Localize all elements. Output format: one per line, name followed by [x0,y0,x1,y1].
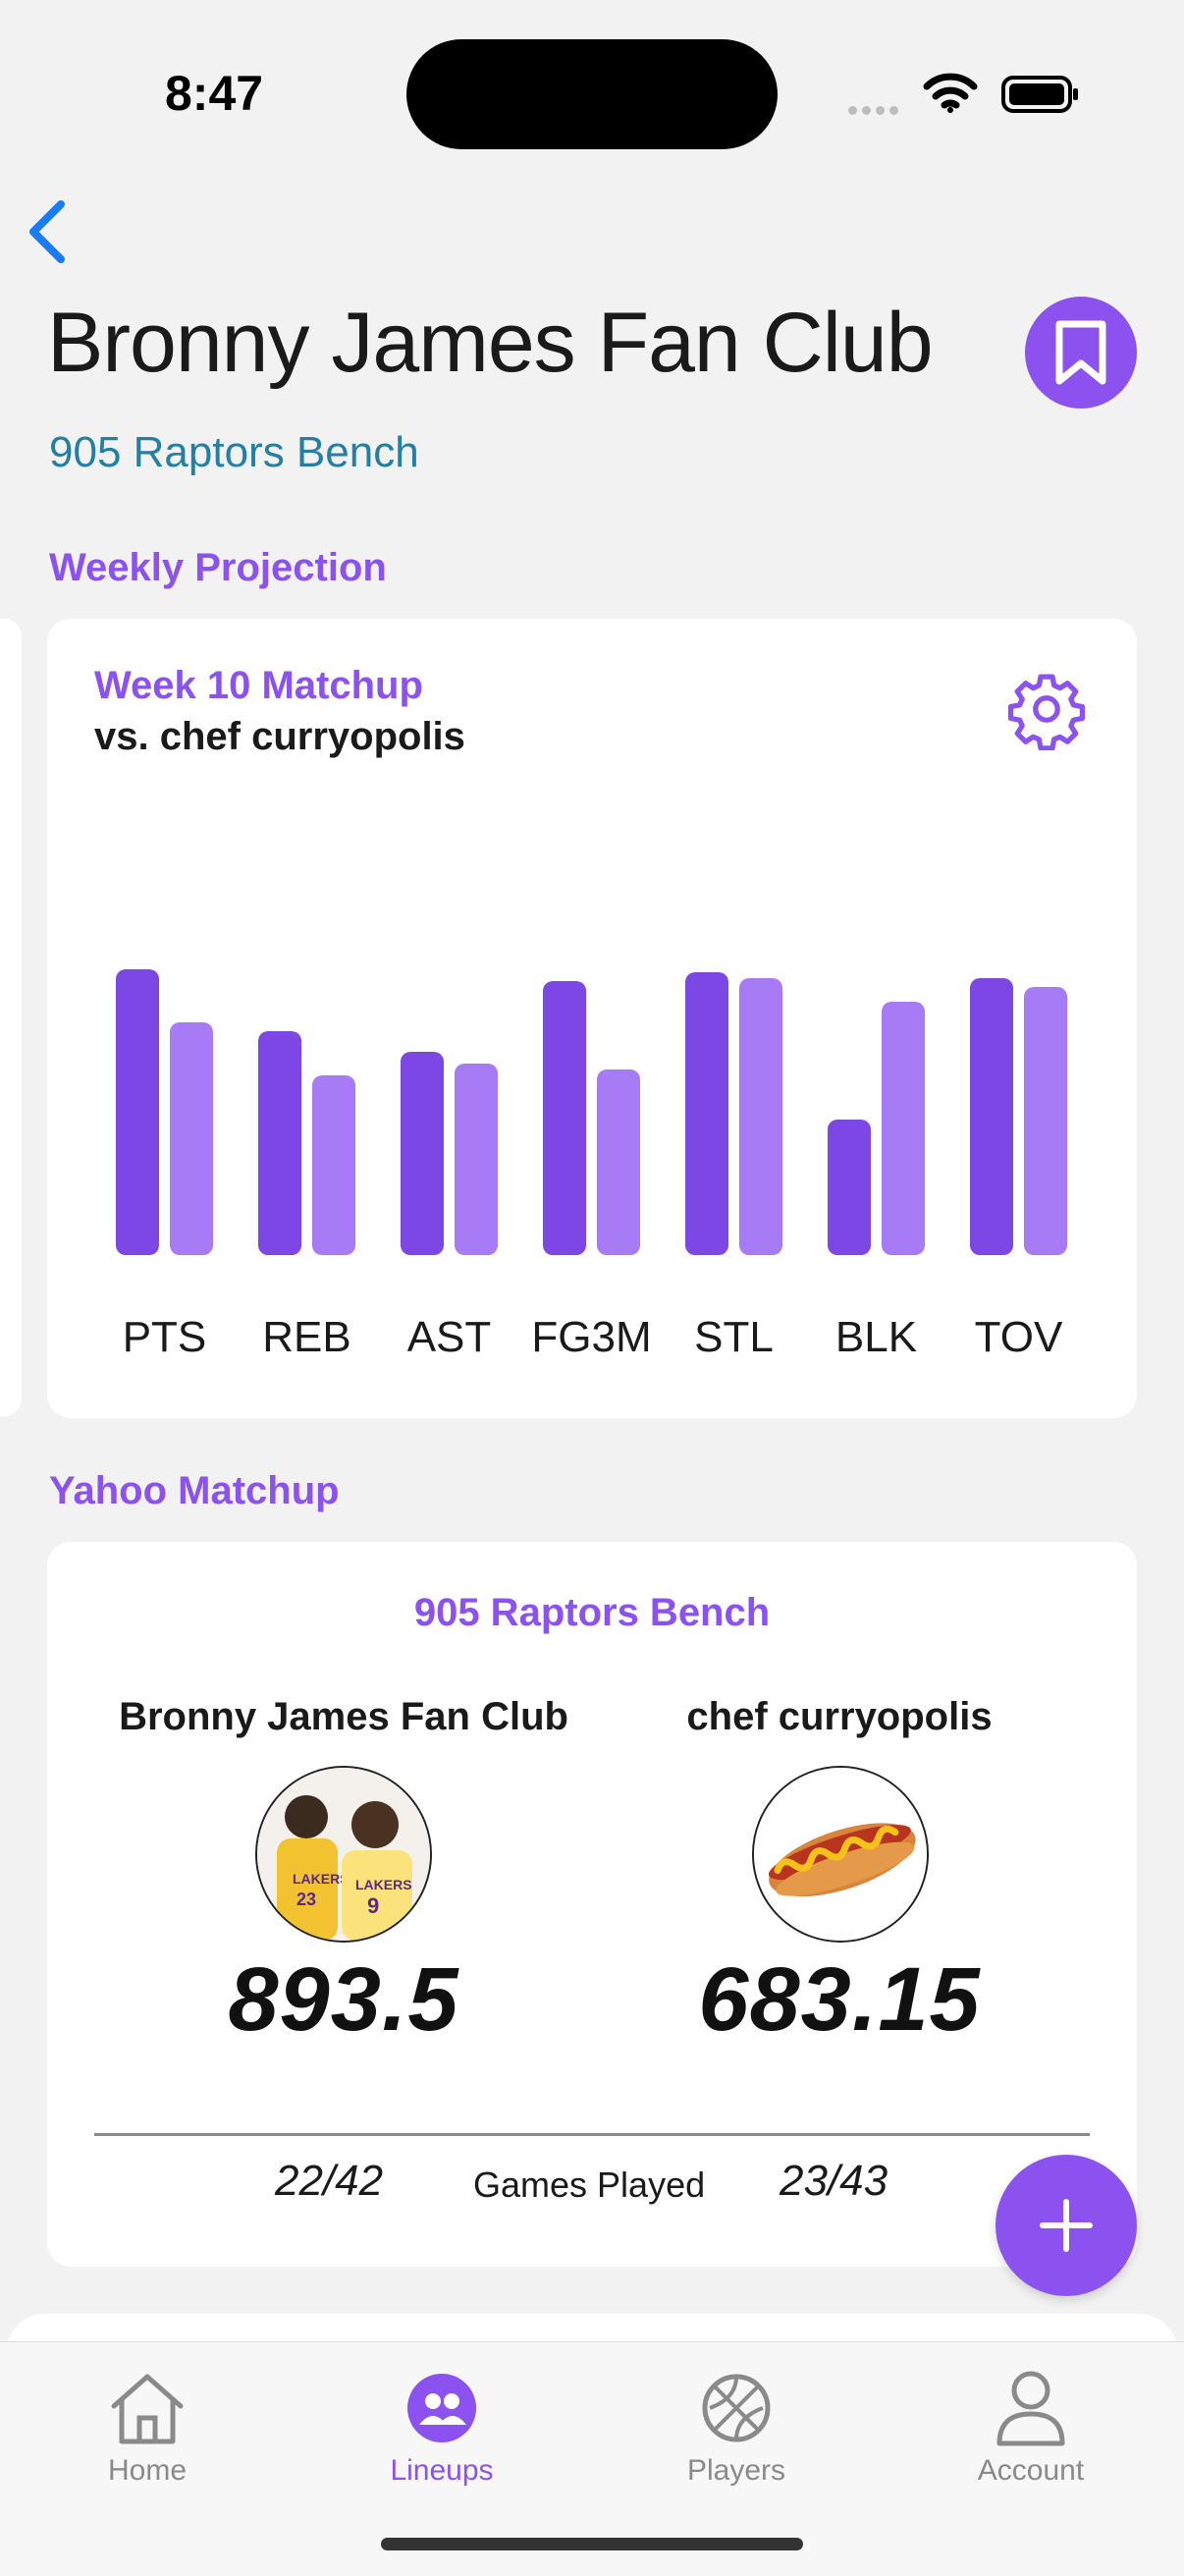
home-icon [0,2366,295,2450]
bar-fg3m-series-2 [597,1069,640,1255]
league-link[interactable]: 905 Raptors Bench [49,428,419,477]
category-label-reb: REB [262,1313,350,1361]
signal-icon [848,102,907,115]
bookmark-icon [1055,320,1106,385]
tab-lineups[interactable]: Lineups [295,2342,589,2488]
bar-blk-series-1 [828,1120,871,1255]
bar-fg3m-series-1 [543,981,586,1255]
bar-reb-series-1 [258,1031,301,1255]
bar-reb-series-2 [312,1075,355,1255]
category-label-tov: TOV [975,1313,1063,1361]
svg-text:LAKERS: LAKERS [293,1871,350,1887]
category-label-fg3m: FG3M [531,1313,651,1361]
settings-button[interactable] [1005,668,1088,755]
bar-tov-series-1 [970,978,1013,1255]
category-label-blk: BLK [835,1313,917,1361]
lineups-icon [295,2366,589,2450]
matchup-divider [94,2133,1090,2136]
bookmark-button[interactable] [1025,297,1137,409]
bar-stl-series-1 [685,972,728,1255]
bar-stl-series-2 [739,978,782,1255]
battery-icon [1001,75,1080,119]
team-left-name: Bronny James Fan Club [119,1695,568,1738]
team-right-name: chef curryopolis [686,1695,993,1738]
bar-ast-series-1 [401,1052,444,1255]
tab-players-label: Players [686,2454,786,2487]
home-indicator [381,2538,803,2550]
gear-icon [1007,674,1086,751]
bar-blk-series-2 [882,1002,925,1255]
category-label-stl: STL [694,1313,774,1361]
team-left-games-played: 22/42 [275,2157,384,2205]
tab-home-label: Home [107,2454,188,2487]
weekly-projection-label: Weekly Projection [49,546,387,589]
team-left-score: 893.5 [228,1949,459,2050]
projection-bar-chart: PTS REB AST FG3M STL BLK TOV [116,969,1067,1361]
svg-text:9: 9 [367,1893,379,1918]
team-right-score: 683.15 [698,1949,981,2050]
plus-icon [1040,2199,1093,2252]
week-matchup-label: Week 10 Matchup [94,664,423,707]
bar-pts-series-2 [170,1022,213,1255]
basketball-icon [589,2366,884,2450]
page-title: Bronny James Fan Club [47,296,934,390]
bar-ast-series-2 [455,1064,498,1255]
dynamic-island [406,39,778,149]
back-button[interactable] [22,196,71,267]
tab-lineups-label: Lineups [390,2454,494,2487]
wifi-icon [923,73,978,119]
matchup-league-name: 905 Raptors Bench [413,1591,771,1634]
previous-card-peek[interactable] [0,619,22,1416]
account-icon [884,2366,1178,2450]
opponent-label: vs. chef curryopolis [94,715,465,758]
status-time: 8:47 [165,66,264,121]
yahoo-matchup-card[interactable] [47,1542,1137,2267]
category-label-ast: AST [407,1313,492,1361]
team-left-avatar: LAKERS 23 LAKERS 9 [255,1766,432,1943]
tab-players[interactable]: Players [589,2342,884,2488]
category-label-pts: PTS [123,1313,207,1361]
chevron-left-icon [29,200,65,263]
svg-text:LAKERS: LAKERS [355,1877,412,1892]
svg-text:23: 23 [296,1890,316,1909]
add-button[interactable] [996,2155,1137,2296]
yahoo-matchup-label: Yahoo Matchup [49,1469,340,1512]
tab-account-label: Account [977,2454,1085,2487]
tab-home[interactable]: Home [0,2342,295,2488]
games-played-label: Games Played [473,2165,706,2205]
tab-account[interactable]: Account [884,2342,1178,2488]
team-right-avatar [752,1766,929,1943]
bar-pts-series-1 [116,969,159,1255]
bar-tov-series-2 [1024,987,1067,1255]
team-right-games-played: 23/43 [780,2157,888,2205]
